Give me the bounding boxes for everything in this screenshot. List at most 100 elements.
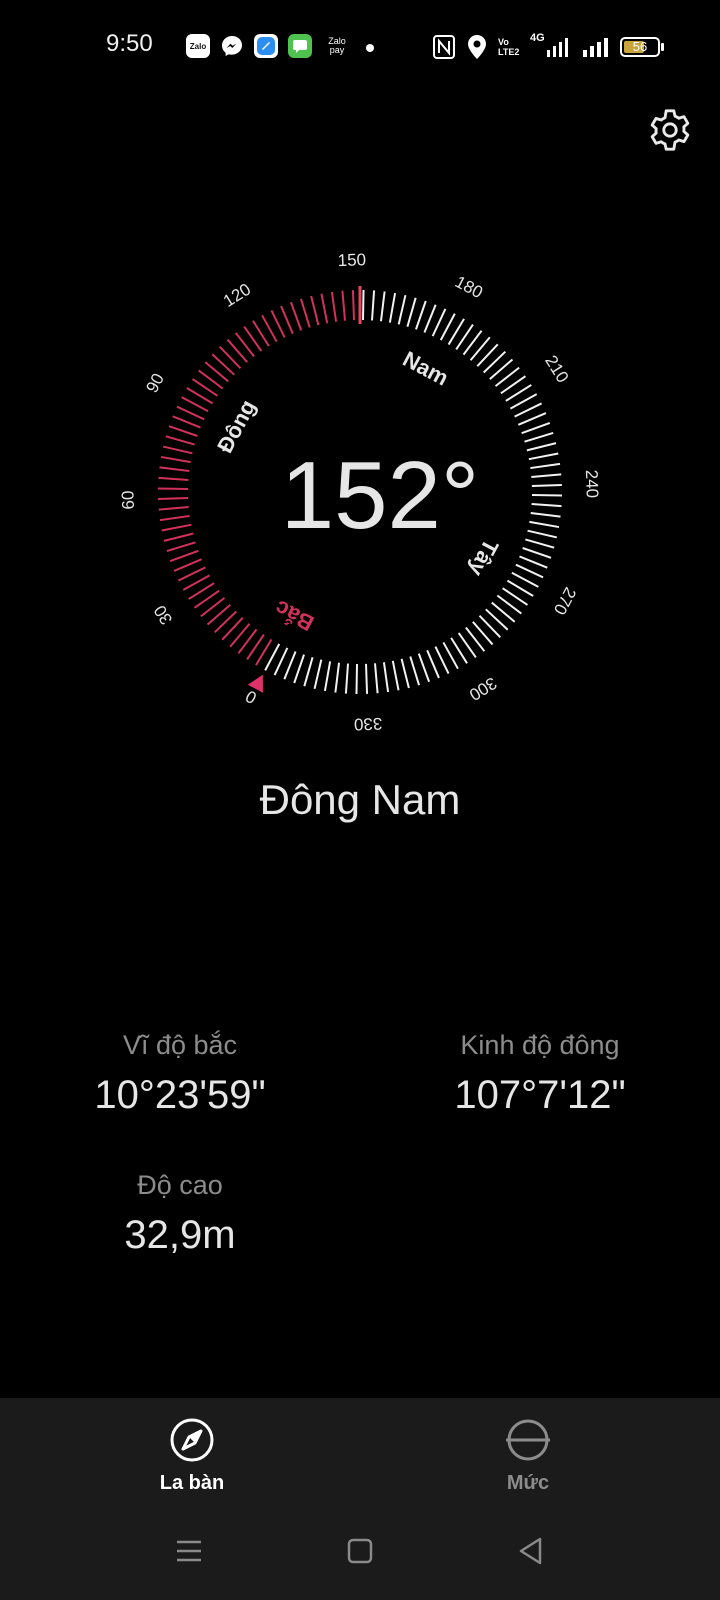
compass-tick bbox=[162, 445, 193, 455]
degree-label: 90 bbox=[142, 370, 168, 396]
compass-tick bbox=[158, 505, 189, 511]
tab-level-label: Mức bbox=[506, 1472, 550, 1494]
volte-text: Vo LTE2 bbox=[498, 37, 520, 57]
heading-value: 152° bbox=[280, 442, 480, 549]
compass-tick bbox=[351, 290, 355, 321]
network-type: 4G bbox=[530, 32, 545, 44]
compass-tick bbox=[521, 421, 551, 435]
degree-label: 270 bbox=[550, 584, 580, 618]
menu-icon bbox=[177, 1540, 201, 1562]
compass-tick bbox=[303, 657, 314, 687]
altitude-label: Độ cao bbox=[137, 1170, 223, 1200]
longitude-value: 107°7'12" bbox=[454, 1073, 626, 1117]
compass-tick bbox=[406, 297, 417, 327]
longitude-block: Kinh độ đông 107°7'12" bbox=[420, 1030, 660, 1118]
compass-tick bbox=[165, 435, 195, 446]
tab-level[interactable]: Mức bbox=[438, 1416, 618, 1495]
volte-icon: Vo LTE2 bbox=[498, 32, 524, 62]
zalopay-icon: Zalo pay bbox=[322, 34, 352, 58]
battery-level: 56 bbox=[632, 39, 648, 54]
level-icon bbox=[506, 1419, 550, 1461]
files-icon bbox=[254, 34, 278, 58]
nfc-icon bbox=[432, 32, 456, 62]
compass-tick bbox=[176, 405, 205, 421]
compass-tick bbox=[365, 663, 369, 694]
compass-tick bbox=[161, 523, 192, 532]
compass-tick bbox=[293, 654, 305, 684]
battery-icon: 56 bbox=[620, 32, 664, 62]
zalo-icon-text: Zalo bbox=[189, 41, 207, 51]
tab-compass-label: La bàn bbox=[159, 1472, 225, 1494]
compass-tick bbox=[330, 291, 338, 322]
degree-label: 30 bbox=[150, 602, 176, 628]
signal-icon bbox=[582, 32, 610, 62]
compass-tick bbox=[173, 558, 203, 572]
compass-tick bbox=[169, 549, 199, 563]
recent-apps-button[interactable] bbox=[172, 1534, 206, 1568]
altitude-block: Độ cao 32,9m bbox=[60, 1170, 300, 1258]
compass-tick bbox=[397, 294, 407, 325]
compass-tick bbox=[168, 425, 198, 437]
compass-tick bbox=[431, 308, 447, 337]
degree-label: 240 bbox=[582, 469, 602, 498]
compass-tick bbox=[527, 529, 558, 539]
compass-tick bbox=[172, 415, 201, 429]
latitude-block: Vĩ độ bắc 10°23'59" bbox=[60, 1030, 300, 1118]
compass-tick bbox=[334, 662, 341, 693]
compass-icon bbox=[170, 1418, 214, 1462]
compass-tick bbox=[525, 538, 555, 549]
degree-label: 150 bbox=[337, 250, 366, 270]
zalopay-icon-text: Zalo pay bbox=[328, 36, 346, 55]
status-time: 9:50 bbox=[106, 30, 153, 57]
compass-tick bbox=[517, 412, 547, 426]
compass-tick bbox=[530, 511, 561, 518]
compass-tick bbox=[373, 663, 379, 694]
compass-tick bbox=[160, 455, 191, 464]
compass-tick bbox=[371, 290, 376, 321]
compass-tick bbox=[434, 646, 450, 674]
location-icon bbox=[466, 32, 488, 62]
compass-tick bbox=[531, 473, 562, 479]
compass-tick bbox=[519, 555, 548, 569]
compass-tick bbox=[299, 298, 311, 328]
messenger-icon bbox=[220, 34, 244, 58]
compass-tick bbox=[531, 503, 562, 508]
compass-tick bbox=[514, 402, 542, 418]
system-nav-bar bbox=[0, 1498, 720, 1600]
compass-tick bbox=[341, 290, 347, 321]
compass-tick bbox=[158, 497, 189, 501]
compass-tick bbox=[400, 658, 410, 689]
compass-tick bbox=[355, 663, 358, 694]
compass-tick bbox=[524, 431, 554, 443]
gear-icon bbox=[650, 109, 690, 151]
direction-name: Đông Nam bbox=[259, 776, 461, 823]
compass-tick bbox=[273, 647, 289, 676]
home-button[interactable] bbox=[343, 1534, 377, 1568]
compass-tick bbox=[531, 483, 562, 487]
degree-label: 120 bbox=[220, 280, 254, 311]
compass-tick bbox=[310, 295, 320, 326]
compass-tick bbox=[344, 663, 349, 694]
degree-label: 180 bbox=[452, 272, 486, 302]
back-button[interactable] bbox=[514, 1534, 548, 1568]
compass-tick bbox=[159, 514, 190, 522]
compass-tick bbox=[528, 452, 559, 461]
compass-tick bbox=[178, 566, 206, 582]
compass-tick bbox=[323, 661, 332, 692]
latitude-value: 10°23'59" bbox=[94, 1073, 266, 1117]
compass-tick bbox=[166, 541, 196, 553]
tab-compass[interactable]: La bàn bbox=[102, 1416, 282, 1495]
signal-4g-icon: 4G bbox=[530, 32, 568, 62]
settings-button[interactable] bbox=[646, 106, 694, 154]
compass-tick bbox=[417, 653, 431, 683]
longitude-label: Kinh độ đông bbox=[460, 1030, 620, 1060]
degree-label: 60 bbox=[118, 490, 138, 510]
zalo-icon: Zalo bbox=[186, 34, 210, 58]
compass-tick bbox=[280, 305, 294, 335]
cardinal-label: Nam bbox=[399, 346, 453, 390]
latitude-label: Vĩ độ bắc bbox=[122, 1030, 238, 1060]
cardinal-label: Bắc bbox=[271, 595, 318, 636]
status-bar: 9:50 Zalo Zalo pay Vo LTE2 4G 56 bbox=[0, 0, 720, 96]
compass-tick bbox=[391, 660, 400, 691]
altitude-value: 32,9m bbox=[124, 1213, 236, 1257]
